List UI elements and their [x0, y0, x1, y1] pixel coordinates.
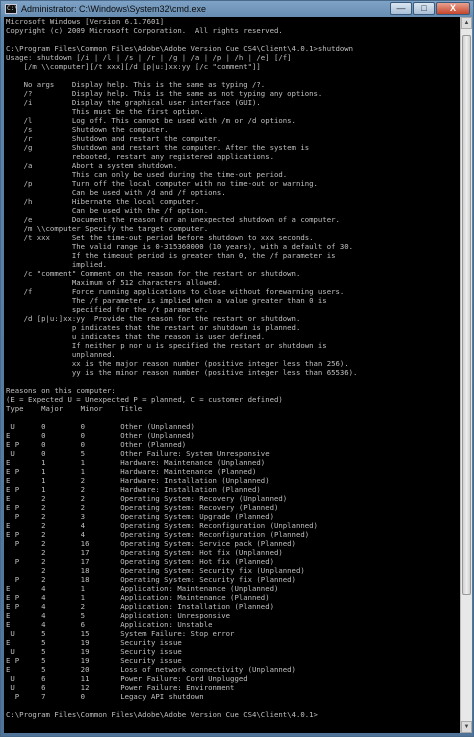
console-line: /g Shutdown and restart the computer. Af… — [6, 143, 310, 152]
console-line: U 6 12 Power Failure: Environment — [6, 683, 235, 692]
console-line: E 1 2 Hardware: Installation (Unplanned) — [6, 476, 270, 485]
maximize-button[interactable]: □ — [413, 2, 435, 15]
console-output[interactable]: Microsoft Windows [Version 6.1.7601] Copy… — [4, 17, 460, 733]
console-line: /p Turn off the local computer with no t… — [6, 179, 318, 188]
console-line: /a Abort a system shutdown. — [6, 161, 178, 170]
window-title: Administrator: C:\Windows\System32\cmd.e… — [21, 4, 207, 14]
console-line: [/m \\computer][/t xxx][/d [p|u:]xx:yy [… — [6, 62, 261, 71]
console-line: /e Document the reason for an unexpected… — [6, 215, 340, 224]
console-line: 2 17 Operating System: Hot fix (Unplanne… — [6, 548, 283, 557]
console-line: Type Major Minor Title — [6, 404, 143, 413]
console-line: specified for the /t parameter. — [6, 305, 209, 314]
console-line: C:\Program Files\Common Files\Adobe\Adob… — [6, 44, 354, 53]
console-line: /d [p|u:]xx:yy Provide the reason for th… — [6, 314, 301, 323]
console-line: Reasons on this computer: — [6, 386, 116, 395]
console-line: E P 0 0 Other (Planned) — [6, 440, 187, 449]
console-line: E P 2 2 Operating System: Recovery (Plan… — [6, 503, 279, 512]
console-line: Microsoft Windows [Version 6.1.7601] — [6, 17, 165, 26]
console-line: E 1 1 Hardware: Maintenance (Unplanned) — [6, 458, 266, 467]
console-line: rebooted, restart any registered applica… — [6, 152, 274, 161]
console-line: E 5 20 Loss of network connectivity (Unp… — [6, 665, 296, 674]
console-line: The valid range is 0-315360000 (10 years… — [6, 242, 354, 251]
console-line: E P 2 4 Operating System: Reconfiguratio… — [6, 530, 310, 539]
console-line: (E = Expected U = Unexpected P = planned… — [6, 395, 283, 404]
console-line: /m \\computer Specify the target compute… — [6, 224, 209, 233]
title-bar[interactable]: C:\ Administrator: C:\Windows\System32\c… — [1, 1, 473, 17]
console-line: Usage: shutdown [/i | /l | /s | /r | /g … — [6, 53, 292, 62]
console-line: Can be used with /d and /f options. — [6, 188, 226, 197]
console-line: E 4 1 Application: Maintenance (Unplanne… — [6, 584, 279, 593]
console-line: implied. — [6, 260, 108, 269]
console-line: /t xxx Set the time-out period before sh… — [6, 233, 314, 242]
console-line: If the timeout period is greater than 0,… — [6, 251, 336, 260]
console-line: /s Shutdown the computer. — [6, 125, 169, 134]
console-line: P 2 18 Operating System: Security fix (P… — [6, 575, 296, 584]
console-line: 2 18 Operating System: Security fix (Unp… — [6, 566, 305, 575]
console-line: xx is the major reason number (positive … — [6, 359, 349, 368]
console-line: U 5 15 System Failure: Stop error — [6, 629, 235, 638]
console-line: P 2 3 Operating System: Upgrade (Planned… — [6, 512, 274, 521]
console-line: E 5 19 Security issue — [6, 638, 182, 647]
vertical-scrollbar[interactable]: ▲ ▼ — [460, 17, 472, 733]
console-line: P 7 0 Legacy API shutdown — [6, 692, 204, 701]
console-line: /f Force running applications to close w… — [6, 287, 345, 296]
console-line: E P 4 1 Application: Maintenance (Planne… — [6, 593, 270, 602]
console-line: If neither p nor u is specified the rest… — [6, 341, 327, 350]
console-line: The /f parameter is implied when a value… — [6, 296, 327, 305]
console-line: E 4 5 Application: Unresponsive — [6, 611, 231, 620]
console-line: u indicates that the reason is user defi… — [6, 332, 266, 341]
console-line: E 4 6 Application: Unstable — [6, 620, 213, 629]
console-line: E 0 0 Other (Unplanned) — [6, 431, 195, 440]
console-line: E P 5 19 Security issue — [6, 656, 182, 665]
console-line: p indicates that the restart or shutdown… — [6, 323, 301, 332]
console-line: E P 1 1 Hardware: Maintenance (Planned) — [6, 467, 257, 476]
console-line: /h Hibernate the local computer. — [6, 197, 200, 206]
console-line: This can only be used during the time-ou… — [6, 170, 288, 179]
cmd-app-icon: C:\ — [5, 4, 17, 14]
console-line: E 2 4 Operating System: Reconfiguration … — [6, 521, 318, 530]
console-line: This must be the first option. — [6, 107, 204, 116]
console-line: C:\Program Files\Common Files\Adobe\Adob… — [6, 710, 318, 719]
console-line: /? Display help. This is the same as not… — [6, 89, 323, 98]
console-line: E 2 2 Operating System: Recovery (Unplan… — [6, 494, 288, 503]
console-line: /i Display the graphical user interface … — [6, 98, 261, 107]
console-line: U 6 11 Power Failure: Cord Unplugged — [6, 674, 248, 683]
scroll-up-arrow-icon[interactable]: ▲ — [461, 17, 472, 29]
close-button[interactable]: X — [436, 2, 470, 15]
scroll-down-arrow-icon[interactable]: ▼ — [461, 721, 472, 733]
console-line: E P 4 2 Application: Installation (Plann… — [6, 602, 274, 611]
console-line: U 0 0 Other (Unplanned) — [6, 422, 195, 431]
console-line: /r Shutdown and restart the computer. — [6, 134, 222, 143]
console-line: E P 1 2 Hardware: Installation (Planned) — [6, 485, 261, 494]
console-line: U 0 5 Other Failure: System Unresponsive — [6, 449, 270, 458]
console-line: Can be used with the /f option. — [6, 206, 209, 215]
console-line: P 2 17 Operating System: Hot fix (Planne… — [6, 557, 274, 566]
console-line: yy is the minor reason number (positive … — [6, 368, 358, 377]
console-line: P 2 16 Operating System: Service pack (P… — [6, 539, 296, 548]
console-line: Copyright (c) 2009 Microsoft Corporation… — [6, 26, 283, 35]
scrollbar-thumb[interactable] — [462, 35, 471, 595]
console-line: Maximum of 512 characters allowed. — [6, 278, 222, 287]
console-line: /c "comment" Comment on the reason for t… — [6, 269, 301, 278]
console-line: No args Display help. This is the same a… — [6, 80, 266, 89]
console-line: /l Log off. This cannot be used with /m … — [6, 116, 296, 125]
console-line: unplanned. — [6, 350, 116, 359]
window-controls: — □ X — [389, 2, 470, 15]
console-line: U 5 19 Security issue — [6, 647, 182, 656]
minimize-button[interactable]: — — [390, 2, 412, 15]
cmd-window: C:\ Administrator: C:\Windows\System32\c… — [0, 0, 474, 737]
